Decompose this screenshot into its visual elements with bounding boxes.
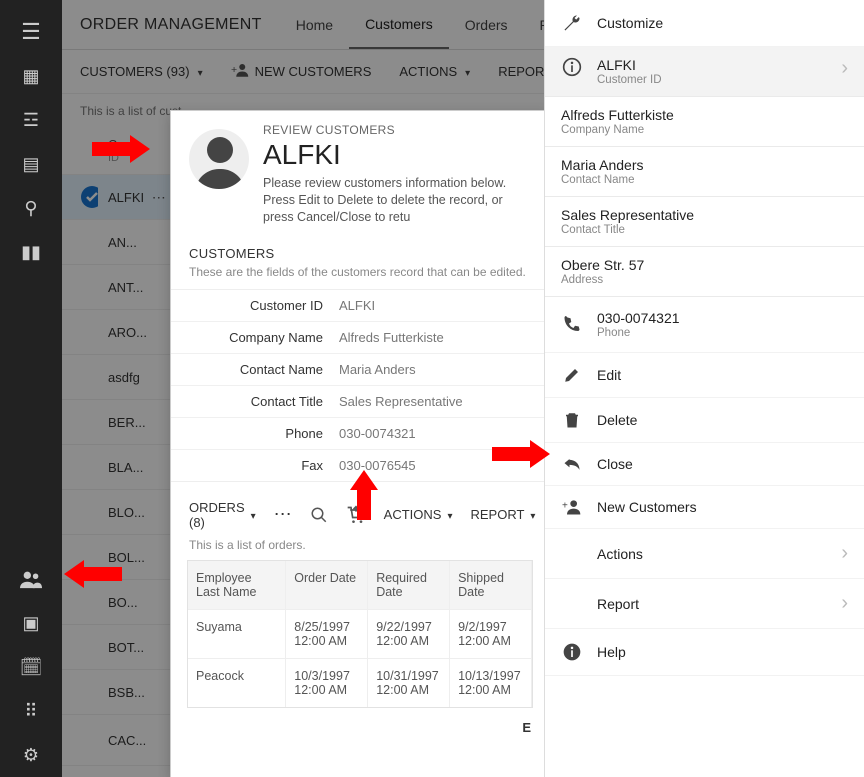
list-icon[interactable]: ☲ [0, 98, 62, 142]
context-header[interactable]: ALFKICustomer ID › [545, 47, 864, 97]
info-solid-icon [561, 642, 583, 662]
actions-dropdown[interactable]: ACTIONS [399, 64, 470, 79]
checkbox[interactable] [74, 410, 98, 434]
table-row[interactable]: Peacock10/3/1997 12:00 AM10/31/1997 12:0… [188, 658, 532, 707]
section-desc: These are the fields of the customers re… [171, 263, 549, 289]
field-row: Company NameAlfreds Futterkiste [171, 322, 549, 354]
new-customers-button[interactable]: + NEW CUSTOMERS [231, 63, 372, 80]
edit-icon [561, 366, 583, 384]
more-icon[interactable]: ⠿ [0, 689, 62, 733]
people-icon[interactable] [0, 557, 62, 601]
chevron-right-icon: › [841, 57, 848, 80]
orders-actions-dropdown[interactable]: ACTIONS [384, 507, 453, 522]
tab-customers[interactable]: Customers [349, 0, 449, 49]
field-row: Contact TitleSales Representative [171, 386, 549, 418]
review-title: ALFKI [263, 139, 531, 171]
info-icon [561, 57, 583, 77]
customers-dropdown[interactable]: CUSTOMERS (93) [80, 64, 203, 79]
wrench-icon [561, 13, 583, 33]
checkbox[interactable] [74, 230, 98, 254]
context-field[interactable]: Alfreds FutterkisteCompany Name [545, 97, 864, 147]
trash-icon [561, 411, 583, 429]
more-icon[interactable] [274, 504, 292, 525]
app-title: ORDER MANAGEMENT [80, 16, 262, 34]
tab-home[interactable]: Home [280, 0, 349, 49]
orders-toolbar: ORDERS (8) ACTIONS REPORT [171, 482, 549, 536]
nav-rail: ☰ ▦ ☲ ▤ ⚲ ▮▮ ▣ 🗓 ⠿ ⚙ [0, 0, 62, 777]
delete-button[interactable]: Delete [545, 398, 864, 443]
close-button[interactable]: Close [545, 443, 864, 486]
checkbox[interactable] [74, 590, 98, 614]
checkbox[interactable] [74, 185, 98, 209]
field-row: Phone030-0074321 [171, 418, 549, 450]
svg-text:+: + [562, 501, 568, 512]
checkbox[interactable] [74, 455, 98, 479]
menu-icon[interactable]: ☰ [0, 10, 62, 54]
review-panel: REVIEW CUSTOMERS ALFKI Please review cus… [170, 110, 550, 777]
help-button[interactable]: Help [545, 629, 864, 676]
edit-button[interactable]: Edit [545, 353, 864, 398]
checkbox[interactable] [74, 365, 98, 389]
tab-orders[interactable]: Orders [449, 0, 524, 49]
actions-row[interactable]: Actions › [545, 529, 864, 579]
phone-row[interactable]: 030-0074321Phone [545, 297, 864, 353]
orders-hint: This is a list of orders. [171, 536, 549, 560]
new-customers-action[interactable]: + New Customers [545, 486, 864, 529]
chevron-right-icon: › [841, 542, 848, 565]
field-row: Fax030-0076545 [171, 450, 549, 481]
report-row[interactable]: Report › [545, 579, 864, 629]
field-list: Customer IDALFKICompany NameAlfreds Futt… [171, 289, 549, 482]
context-field[interactable]: Maria AndersContact Name [545, 147, 864, 197]
field-row: Customer IDALFKI [171, 290, 549, 322]
checkbox[interactable] [74, 680, 98, 704]
undo-icon [561, 456, 583, 472]
add-person-icon: + [561, 499, 583, 515]
orders-table: Employee Last NameOrder DateRequired Dat… [187, 560, 533, 708]
doc-icon[interactable]: ▣ [0, 601, 62, 645]
checkbox[interactable] [74, 275, 98, 299]
field-row: Contact NameMaria Anders [171, 354, 549, 386]
review-footer[interactable]: E [171, 708, 549, 747]
context-field[interactable]: Sales RepresentativeContact Title [545, 197, 864, 247]
calendar-icon[interactable]: 🗓 [0, 645, 62, 689]
review-label: REVIEW CUSTOMERS [263, 123, 531, 137]
context-panel: Customize ALFKICustomer ID › Alfreds Fut… [544, 0, 864, 777]
avatar-icon [189, 129, 249, 189]
orders-report-dropdown[interactable]: REPORT [470, 507, 535, 522]
checkbox[interactable] [74, 728, 98, 752]
customize-button[interactable]: Customize [545, 0, 864, 47]
search-icon[interactable] [310, 506, 328, 524]
review-desc: Please review customers information belo… [263, 175, 531, 226]
chart-icon[interactable]: ▮▮ [0, 230, 62, 274]
orders-dropdown[interactable]: ORDERS (8) [189, 500, 256, 530]
phone-icon [561, 316, 583, 334]
cart-icon[interactable] [346, 505, 366, 525]
checkbox[interactable] [74, 635, 98, 659]
add-person-icon: + [231, 63, 249, 80]
checkbox[interactable] [74, 320, 98, 344]
settings-icon[interactable]: ⚙ [0, 733, 62, 777]
checkbox[interactable] [74, 500, 98, 524]
context-field[interactable]: Obere Str. 57Address [545, 247, 864, 297]
location-icon[interactable]: ⚲ [0, 186, 62, 230]
chevron-right-icon: › [841, 592, 848, 615]
checkbox[interactable] [74, 545, 98, 569]
table-row[interactable]: Suyama8/25/1997 12:00 AM9/22/1997 12:00 … [188, 609, 532, 658]
apps-icon[interactable]: ▤ [0, 142, 62, 186]
section-title: CUSTOMERS [171, 234, 549, 263]
grid-icon[interactable]: ▦ [0, 54, 62, 98]
svg-text:+: + [231, 64, 237, 76]
